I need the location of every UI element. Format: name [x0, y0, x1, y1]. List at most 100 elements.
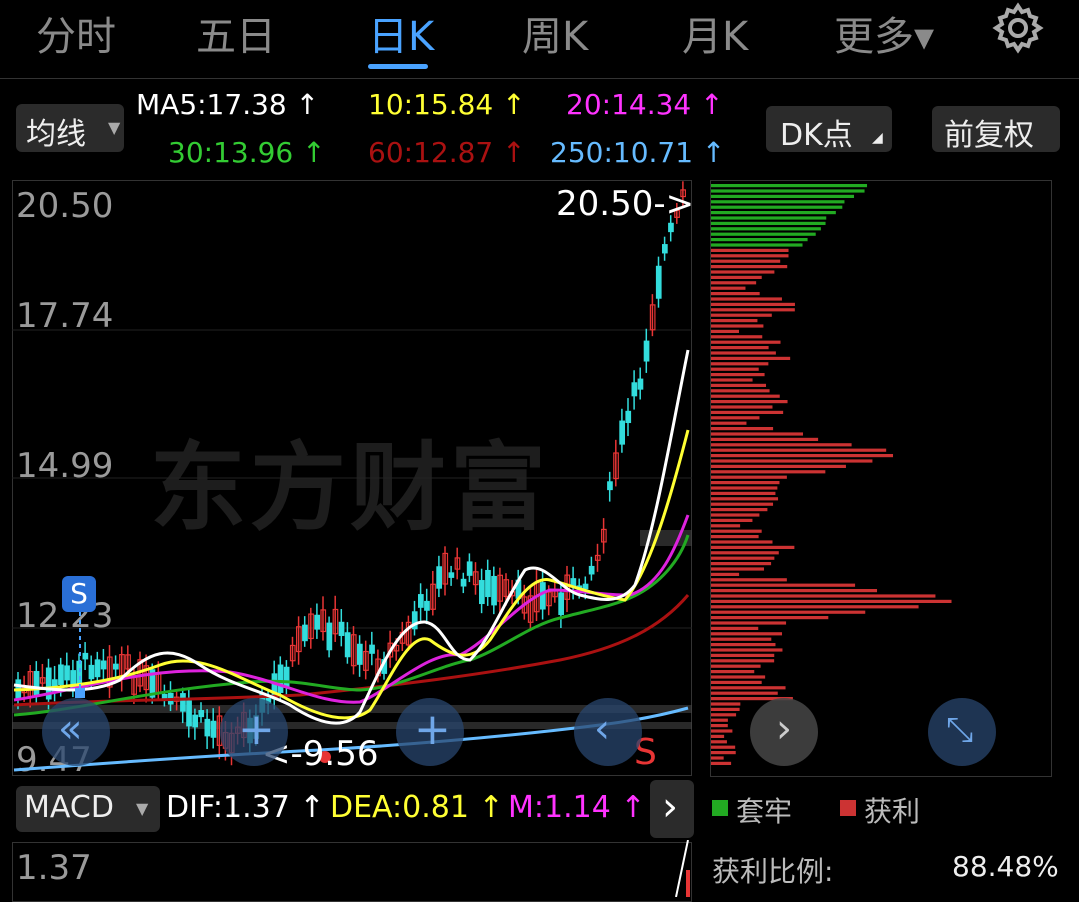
chip-bar — [711, 378, 753, 382]
candle-body — [338, 621, 345, 636]
candle-body — [58, 664, 64, 685]
chevron-left-icon: ‹ — [594, 706, 610, 752]
chip-bar — [711, 405, 773, 409]
chip-bar — [711, 351, 776, 355]
candle-body — [619, 420, 626, 445]
chip-bar — [711, 659, 775, 663]
chip-bar — [711, 389, 770, 393]
candle-body — [210, 720, 217, 738]
expand-button[interactable]: ⤡ — [928, 698, 996, 766]
candle-body — [180, 693, 186, 712]
chip-next-button[interactable]: › — [750, 698, 818, 766]
chip-bar — [711, 475, 787, 479]
chip-bar — [711, 524, 741, 528]
chip-bar — [711, 437, 819, 441]
candle-body — [558, 592, 565, 616]
candle-body — [491, 575, 497, 606]
chip-bar — [711, 508, 768, 512]
chip-bar — [711, 211, 836, 215]
candle-body — [344, 632, 351, 658]
chip-bar — [711, 200, 845, 204]
candle-body — [460, 578, 467, 587]
candle-body — [277, 664, 284, 693]
chip-bar — [711, 427, 774, 431]
candle-body — [33, 670, 40, 696]
high-price-label: 20.50-> — [556, 184, 695, 224]
dk-button[interactable]: DK点 ◢ — [766, 106, 892, 153]
candle-body — [466, 561, 473, 576]
chip-bar — [711, 562, 772, 566]
candle-body — [198, 710, 205, 718]
chip-bar — [711, 292, 760, 296]
chip-bar — [711, 702, 741, 706]
chip-bar — [711, 740, 727, 744]
chip-bar — [711, 448, 887, 452]
profit-ratio-value: 88.48% — [952, 850, 1059, 883]
chip-bar — [711, 648, 783, 652]
chip-bar — [711, 356, 791, 360]
fq-button[interactable]: 前复权 — [932, 106, 1060, 153]
gear-icon[interactable] — [992, 2, 1044, 54]
chip-bar — [711, 718, 728, 722]
candle-body — [76, 660, 83, 685]
candle-body — [192, 714, 198, 728]
chip-bar — [711, 270, 775, 274]
indicator-next-button[interactable]: › — [650, 780, 694, 838]
scroll-left-button[interactable]: « — [42, 698, 110, 766]
candle-body — [357, 643, 363, 665]
chip-bar — [711, 545, 795, 549]
chip-bar — [711, 335, 763, 339]
chip-bar — [711, 599, 952, 603]
chip-bar — [711, 632, 783, 636]
crosshair-button[interactable]: + — [220, 698, 288, 766]
indicator-select[interactable]: MACD ▼ — [16, 786, 160, 832]
chip-bar — [711, 734, 725, 738]
candle-body — [369, 644, 375, 654]
chevron-right-icon: › — [662, 784, 678, 830]
chip-bar — [711, 540, 773, 544]
chip-bar — [711, 513, 760, 517]
chip-bar — [711, 567, 765, 571]
legend-trapped-label: 套牢 — [736, 795, 793, 828]
chip-bar — [711, 373, 765, 377]
chip-bar — [711, 729, 733, 733]
candle-body — [607, 481, 613, 491]
candle-body — [112, 663, 119, 670]
chip-bar — [711, 184, 868, 188]
chip-bar — [711, 443, 852, 447]
chip-bar — [711, 481, 780, 485]
candle-body — [637, 378, 644, 390]
tab-more[interactable]: 更多▾ — [834, 4, 934, 62]
chip-bar — [711, 238, 808, 242]
chip-bar — [711, 367, 759, 371]
dif-value: DIF:1.37 ↑ — [166, 790, 325, 825]
candle-body — [448, 572, 455, 578]
profit-ratio-label: 获利比例: — [712, 855, 834, 888]
legend-profit-swatch — [840, 800, 856, 816]
chip-bar — [711, 259, 781, 263]
chip-bar — [711, 578, 787, 582]
chip-bar — [711, 486, 778, 490]
candle-body — [655, 265, 662, 299]
chip-bar — [711, 605, 919, 609]
candle-body — [661, 244, 668, 254]
chip-bar — [711, 248, 789, 252]
step-left-button[interactable]: ‹ — [574, 698, 642, 766]
chip-bar — [711, 691, 778, 695]
buy-signal-marker[interactable]: S — [62, 576, 96, 612]
chip-bar — [711, 751, 736, 755]
chip-bar — [711, 502, 774, 506]
zoom-in-button[interactable]: + — [396, 698, 464, 766]
chip-bar — [711, 421, 747, 425]
chip-bar — [711, 313, 772, 317]
chip-bar — [711, 675, 766, 679]
chip-bar — [711, 470, 826, 474]
chip-bar — [711, 275, 762, 279]
chip-bar — [711, 756, 724, 760]
candle-body — [186, 700, 192, 727]
corner-triangle-icon: ◢ — [872, 130, 883, 146]
chip-bar — [711, 329, 739, 333]
double-chevron-left-icon: « — [58, 706, 83, 752]
chip-bar — [711, 626, 759, 630]
chip-bar — [711, 610, 866, 614]
